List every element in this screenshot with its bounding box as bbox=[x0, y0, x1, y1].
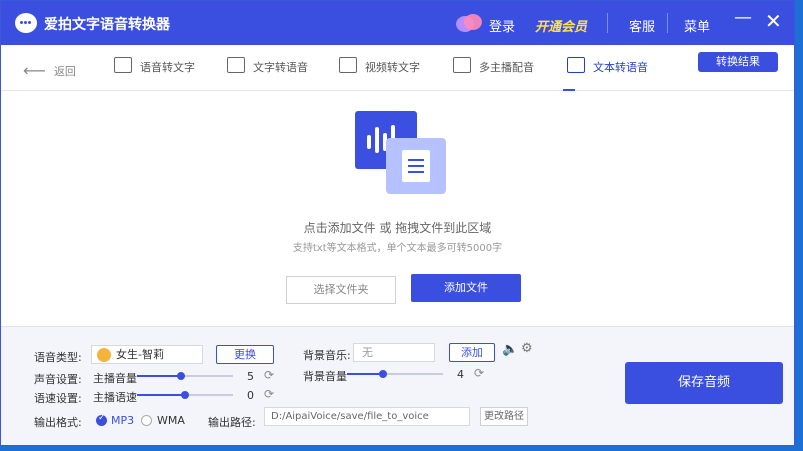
speaker-icon[interactable]: 🔈 bbox=[502, 342, 518, 357]
menu-link[interactable]: 菜单 bbox=[684, 16, 710, 35]
reset-icon[interactable]: ⟳ bbox=[474, 366, 484, 380]
divider bbox=[667, 13, 668, 33]
service-link[interactable]: 客服 bbox=[629, 16, 655, 35]
voice-type-label: 语音类型: bbox=[34, 351, 82, 364]
voice-name: 女生-智莉 bbox=[116, 348, 164, 361]
add-bgm-button[interactable]: 添加 bbox=[449, 343, 495, 362]
speed-settings-label: 语速设置: bbox=[34, 392, 82, 405]
video-icon bbox=[339, 57, 357, 73]
conversion-result-button[interactable]: 转换结果 bbox=[698, 52, 778, 72]
slider-thumb[interactable] bbox=[181, 391, 189, 399]
nav-bar: ⟵ 返回 语音转文字 文字转语音 视频转文字 多主播配音 文本转语音 转换结果 bbox=[1, 45, 794, 91]
tab-label: 文本转语音 bbox=[593, 61, 648, 74]
tab-label: 文字转语音 bbox=[253, 61, 308, 74]
sound-settings-label: 声音设置: bbox=[34, 373, 82, 386]
back-arrow-icon: ⟵ bbox=[23, 61, 46, 80]
document-audio-icon bbox=[567, 57, 585, 73]
microphone-icon bbox=[453, 57, 471, 73]
voice-select[interactable]: 女生-智莉 bbox=[91, 345, 203, 364]
output-format-label: 输出格式: bbox=[34, 416, 82, 429]
host-volume-slider[interactable] bbox=[137, 372, 233, 380]
close-button[interactable]: ✕ bbox=[765, 9, 782, 33]
tab-label: 多主播配音 bbox=[479, 61, 534, 74]
save-audio-button[interactable]: 保存音频 bbox=[625, 362, 783, 404]
output-path-field[interactable]: D:/AipaiVoice/save/file_to_voice bbox=[264, 407, 470, 426]
reset-icon[interactable]: ⟳ bbox=[264, 387, 274, 401]
app-window: 爱拍文字语音转换器 登录 开通会员 客服 菜单 — ✕ ⟵ 返回 语音转文字 文字… bbox=[0, 0, 795, 446]
back-button[interactable]: ⟵ 返回 bbox=[23, 60, 76, 80]
output-path-label: 输出路径: bbox=[208, 416, 256, 429]
slider-thumb[interactable] bbox=[177, 372, 185, 380]
change-voice-button[interactable]: 更换 bbox=[216, 345, 274, 364]
gear-icon[interactable]: ⚙ bbox=[521, 341, 533, 356]
select-folder-button[interactable]: 选择文件夹 bbox=[286, 276, 396, 304]
add-file-button[interactable]: 添加文件 bbox=[411, 274, 521, 302]
reset-icon[interactable]: ⟳ bbox=[264, 368, 274, 382]
host-speed-value: 0 bbox=[247, 389, 254, 402]
text-t-icon bbox=[227, 57, 245, 73]
bg-volume-value: 4 bbox=[457, 368, 464, 381]
tab-label: 语音转文字 bbox=[140, 61, 195, 74]
bgm-label: 背景音乐: bbox=[303, 349, 351, 362]
upload-document-icon[interactable] bbox=[355, 111, 446, 194]
format-wma-label[interactable]: WMA bbox=[157, 414, 185, 427]
login-link[interactable]: 登录 bbox=[489, 16, 515, 35]
login-avatar-icon[interactable] bbox=[456, 14, 482, 34]
host-speed-label: 主播语速 bbox=[93, 391, 137, 404]
change-path-button[interactable]: 更改路径 bbox=[480, 407, 528, 426]
host-volume-label: 主播音量 bbox=[93, 372, 137, 385]
format-mp3-radio[interactable] bbox=[96, 413, 107, 426]
app-logo-icon bbox=[15, 13, 37, 33]
host-speed-slider[interactable] bbox=[137, 391, 233, 399]
format-wma-radio[interactable] bbox=[141, 415, 152, 426]
title-bar: 爱拍文字语音转换器 登录 开通会员 客服 菜单 — ✕ bbox=[1, 1, 794, 45]
bgm-field[interactable]: 无 bbox=[353, 343, 435, 362]
tab-label: 视频转文字 bbox=[365, 61, 420, 74]
app-title: 爱拍文字语音转换器 bbox=[44, 17, 170, 33]
bg-volume-slider[interactable] bbox=[347, 370, 443, 378]
voice-avatar-icon bbox=[97, 348, 111, 362]
drop-area-hint: 支持txt等文本格式，单个文本最多可转5000字 bbox=[292, 243, 503, 254]
format-mp3-label[interactable]: MP3 bbox=[111, 414, 134, 427]
drop-area-title[interactable]: 点击添加文件 或 拖拽文件到此区域 bbox=[1, 219, 794, 236]
bg-volume-label: 背景音量 bbox=[303, 370, 347, 383]
settings-panel: 语音类型: 女生-智莉 更换 声音设置: 主播音量 5 ⟳ 语速设置: 主播语速… bbox=[1, 326, 794, 445]
slider-thumb[interactable] bbox=[379, 370, 387, 378]
divider bbox=[607, 13, 608, 33]
minimize-button[interactable]: — bbox=[734, 7, 752, 28]
host-volume-value: 5 bbox=[247, 370, 254, 383]
vip-link[interactable]: 开通会员 bbox=[535, 16, 587, 35]
speech-file-icon bbox=[114, 57, 132, 73]
back-label: 返回 bbox=[53, 65, 76, 78]
